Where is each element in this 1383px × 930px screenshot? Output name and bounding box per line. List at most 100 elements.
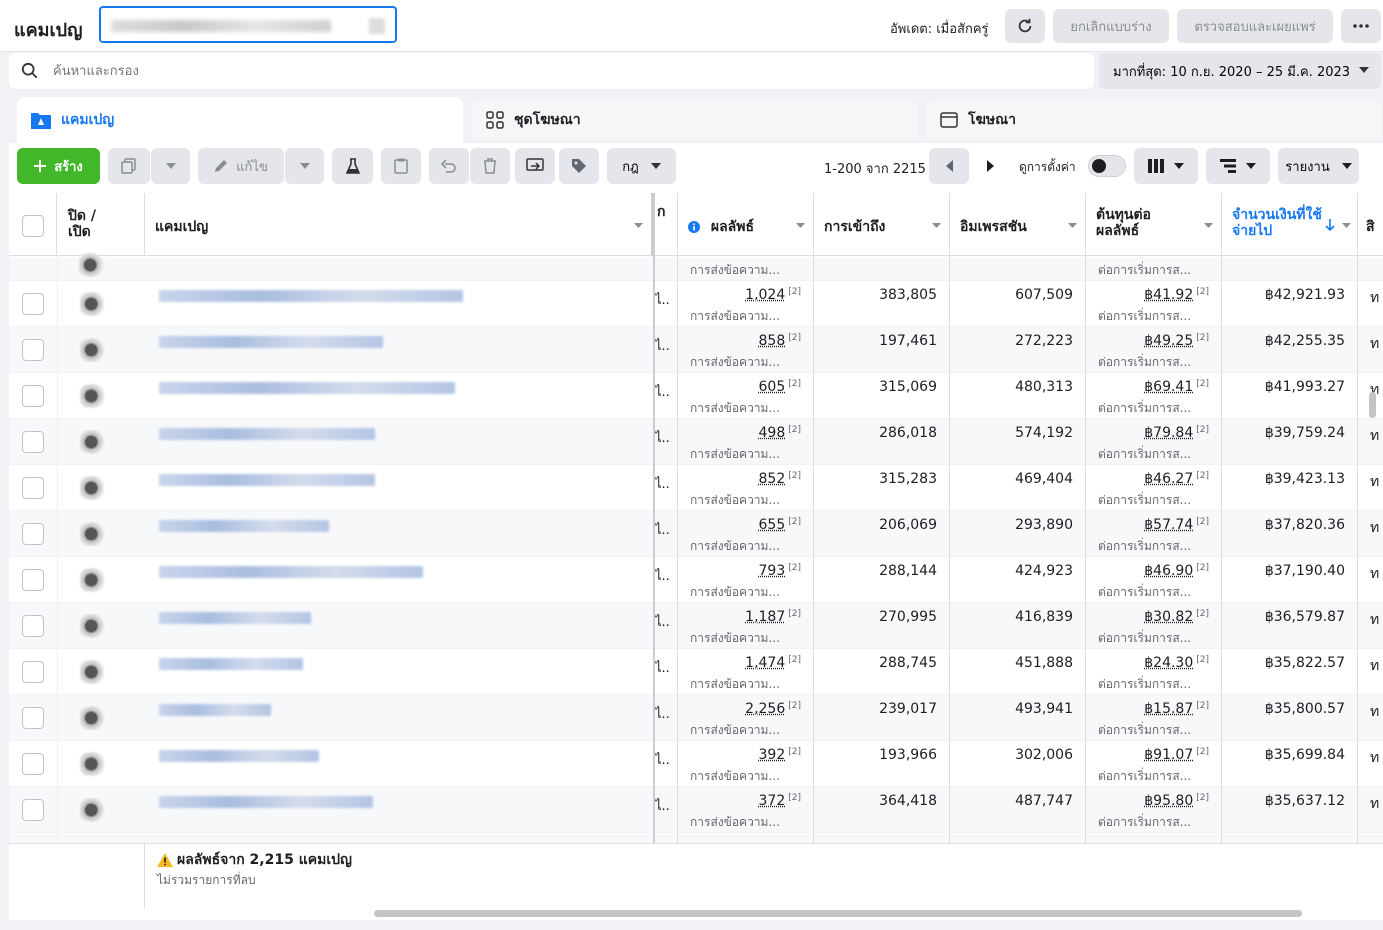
cost-cell[interactable]: ฿79.84 [2]	[1087, 425, 1209, 441]
campaign-name-link[interactable]	[159, 290, 463, 302]
campaign-name-link[interactable]	[159, 382, 455, 394]
cost-cell[interactable]: ฿15.87 [2]	[1087, 701, 1209, 717]
columns-button[interactable]	[1134, 148, 1198, 184]
view-settings-toggle[interactable]	[1088, 155, 1126, 177]
row-checkbox[interactable]	[22, 615, 44, 637]
row-checkbox[interactable]	[22, 707, 44, 729]
campaign-toggle[interactable]	[80, 568, 108, 592]
row-checkbox[interactable]	[22, 431, 44, 453]
header-onoff[interactable]: ปิด / เปิด	[57, 193, 145, 256]
campaign-name-link[interactable]	[159, 520, 329, 532]
cost-cell[interactable]: ฿91.07 [2]	[1087, 747, 1209, 763]
row-checkbox[interactable]	[22, 385, 44, 407]
horizontal-scrollbar[interactable]	[9, 908, 1383, 920]
refresh-button[interactable]	[1005, 9, 1045, 43]
select-all-checkbox[interactable]	[22, 215, 44, 237]
campaign-toggle[interactable]	[80, 384, 108, 408]
row-checkbox[interactable]	[22, 753, 44, 775]
campaign-toggle[interactable]	[80, 614, 108, 638]
duplicate-dropdown[interactable]	[151, 148, 190, 184]
tab-campaigns[interactable]: แคมเปญ	[17, 97, 463, 143]
cost-cell[interactable]: ฿69.41 [2]	[1087, 379, 1209, 395]
row-checkbox[interactable]	[22, 293, 44, 315]
table-row[interactable]: ไ.. 1,024 [2] การส่งข้อความ... 383,805 60…	[9, 281, 1383, 327]
search-bar[interactable]	[9, 53, 1094, 89]
date-range-button[interactable]: มากที่สุด: 10 ก.ย. 2020 – 25 มี.ค. 2023	[1099, 53, 1381, 89]
table-row[interactable]: ไ.. 372 [2] การส่งข้อความ... 364,418 487,…	[9, 787, 1383, 833]
header-next-partial[interactable]: สิ	[1358, 193, 1383, 256]
more-options-button[interactable]	[1341, 9, 1381, 43]
results-cell[interactable]: 498 [2]	[679, 425, 801, 441]
row-checkbox[interactable]	[22, 523, 44, 545]
results-cell[interactable]: 858 [2]	[679, 333, 801, 349]
export-button[interactable]	[515, 148, 555, 184]
row-checkbox[interactable]	[22, 569, 44, 591]
table-row[interactable]: ไ.. 498 [2] การส่งข้อความ... 286,018 574,…	[9, 419, 1383, 465]
campaign-name-link[interactable]	[159, 658, 303, 670]
table-row[interactable]: ไ.. 2,256 [2] การส่งข้อความ... 239,017 49…	[9, 695, 1383, 741]
duplicate-button[interactable]	[108, 148, 150, 184]
discard-draft-button[interactable]: ยกเลิกแบบร่าง	[1053, 9, 1169, 43]
tab-ad-sets[interactable]: ชุดโฆษณา	[472, 100, 918, 140]
info-icon[interactable]	[688, 221, 700, 233]
results-cell[interactable]: 372 [2]	[679, 793, 801, 809]
row-checkbox[interactable]	[22, 799, 44, 821]
header-results[interactable]: ผลลัพธ์	[678, 193, 814, 256]
campaign-toggle[interactable]	[80, 706, 108, 730]
campaign-toggle[interactable]	[80, 476, 108, 500]
row-checkbox[interactable]	[22, 339, 44, 361]
campaign-toggle[interactable]	[80, 338, 108, 362]
campaign-name-link[interactable]	[159, 566, 423, 578]
cost-cell[interactable]: ฿57.74 [2]	[1087, 517, 1209, 533]
account-selector[interactable]	[99, 6, 397, 43]
undo-button[interactable]	[429, 148, 469, 184]
search-input[interactable]	[53, 61, 953, 81]
cost-cell[interactable]: ฿95.80 [2]	[1087, 793, 1209, 809]
results-cell[interactable]: 793 [2]	[679, 563, 801, 579]
reports-button[interactable]: รายงาน	[1278, 148, 1359, 184]
edit-button[interactable]: แก้ไข	[198, 148, 284, 184]
campaign-name-link[interactable]	[159, 612, 311, 624]
results-cell[interactable]: 1,187 [2]	[679, 609, 801, 625]
campaign-name-link[interactable]	[159, 474, 375, 486]
cost-cell[interactable]: ฿46.90 [2]	[1087, 563, 1209, 579]
table-row[interactable]: ไ.. 1,187 [2] การส่งข้อความ... 270,995 41…	[9, 603, 1383, 649]
create-button[interactable]: สร้าง	[17, 148, 100, 184]
campaign-name-link[interactable]	[159, 704, 271, 716]
header-campaign[interactable]: แคมเปญ	[145, 193, 653, 256]
cost-cell[interactable]: ฿46.27 [2]	[1087, 471, 1209, 487]
campaign-toggle[interactable]	[80, 798, 108, 822]
header-impressions[interactable]: อิมเพรสชัน	[950, 193, 1086, 256]
tag-button[interactable]	[559, 148, 599, 184]
table-row[interactable]: ไ.. 605 [2] การส่งข้อความ... 315,069 480,…	[9, 373, 1383, 419]
table-row[interactable]: ไ.. 655 [2] การส่งข้อความ... 206,069 293,…	[9, 511, 1383, 557]
prev-page-button[interactable]	[929, 148, 969, 184]
horizontal-scroll-thumb[interactable]	[374, 910, 1302, 917]
cost-cell[interactable]: ฿41.92 [2]	[1087, 287, 1209, 303]
header-cost-per-result[interactable]: ต้นทุนต่อผลลัพธ์	[1086, 193, 1222, 256]
rules-button[interactable]: กฎ	[607, 148, 676, 184]
table-row[interactable]: ไ.. 793 [2] การส่งข้อความ... 288,144 424,…	[9, 557, 1383, 603]
table-row[interactable]: ไ.. 392 [2] การส่งข้อความ... 193,966 302,…	[9, 741, 1383, 787]
campaign-name-link[interactable]	[159, 750, 319, 762]
results-cell[interactable]: 2,256 [2]	[679, 701, 801, 717]
breakdown-button[interactable]	[1206, 148, 1270, 184]
clipboard-button[interactable]	[381, 148, 421, 184]
cost-cell[interactable]: ฿49.25 [2]	[1087, 333, 1209, 349]
results-cell[interactable]: 605 [2]	[679, 379, 801, 395]
vertical-scroll-thumb[interactable]	[1369, 392, 1376, 418]
header-amount-spent[interactable]: จำนวนเงินที่ใช้จ่ายไป	[1222, 193, 1358, 256]
row-checkbox[interactable]	[22, 477, 44, 499]
campaign-toggle[interactable]	[80, 522, 108, 546]
header-bid-partial[interactable]: ก	[655, 193, 678, 256]
cost-cell[interactable]: ฿24.30 [2]	[1087, 655, 1209, 671]
campaign-toggle[interactable]	[80, 660, 108, 684]
campaign-name-link[interactable]	[159, 428, 375, 440]
results-cell[interactable]: 1,024 [2]	[679, 287, 801, 303]
results-cell[interactable]: 392 [2]	[679, 747, 801, 763]
tab-ads[interactable]: โฆษณา	[926, 100, 1382, 140]
results-cell[interactable]: 1,474 [2]	[679, 655, 801, 671]
table-row[interactable]: ไ.. 858 [2] การส่งข้อความ... 197,461 272,…	[9, 327, 1383, 373]
campaign-toggle[interactable]	[80, 430, 108, 454]
next-page-button[interactable]	[970, 148, 1010, 184]
